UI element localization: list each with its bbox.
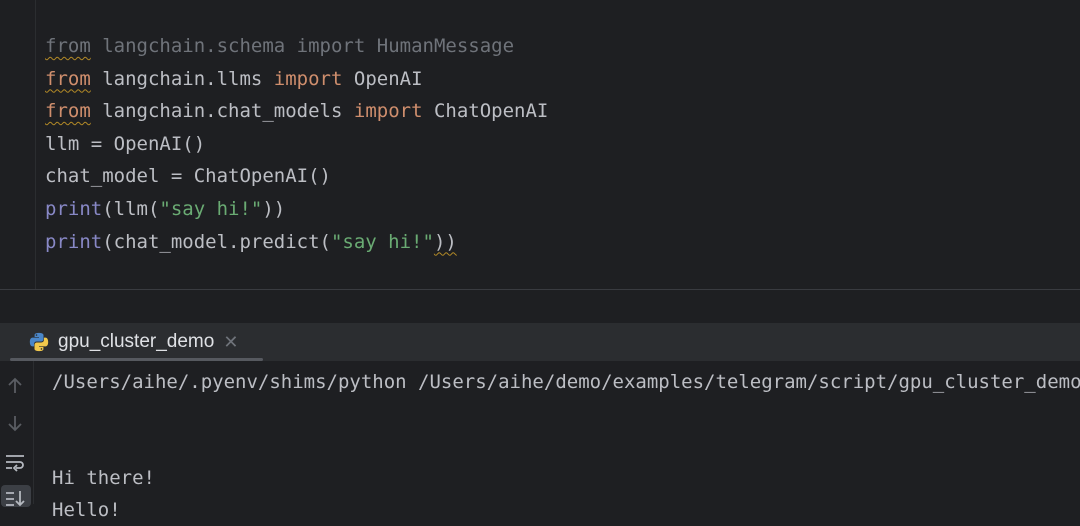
code-token: ChatOpenAI <box>422 100 549 123</box>
code-token: llm = OpenAI() <box>45 132 206 155</box>
close-icon[interactable]: ✕ <box>223 332 238 353</box>
code-token: langchain.llms <box>90 67 274 90</box>
split-gap <box>0 290 1080 323</box>
code-token: import <box>296 35 366 57</box>
code-token: from <box>45 35 91 57</box>
code-token: )) <box>433 230 457 253</box>
scroll-to-end-icon[interactable] <box>3 487 27 511</box>
code-token: from <box>45 100 91 123</box>
tab-gpu-cluster-demo[interactable]: gpu_cluster_demo ✕ <box>10 323 263 361</box>
code-token: from <box>45 67 91 90</box>
console-line: Hello! <box>52 499 121 521</box>
run-tool-window-header: gpu_cluster_demo ✕ <box>0 323 1080 361</box>
code-token: print <box>45 230 103 253</box>
code-token: langchain.schema <box>90 35 297 57</box>
code-line[interactable]: print(llm("say hi!")) <box>45 193 548 226</box>
code-token: print <box>45 197 103 220</box>
editor-gutter <box>0 0 36 289</box>
console-output: /Users/aihe/.pyenv/shims/python /Users/a… <box>52 366 1080 526</box>
code-editor[interactable]: from langchain.schema import HumanMessag… <box>0 0 1080 289</box>
tab-label: gpu_cluster_demo <box>58 331 215 352</box>
code-token: OpenAI <box>342 67 423 90</box>
arrow-down-icon[interactable] <box>3 411 27 435</box>
code-line[interactable]: print(chat_model.predict("say hi!")) <box>45 226 548 259</box>
code-line[interactable]: from langchain.schema import HumanMessag… <box>45 30 548 63</box>
code-token: "say hi!" <box>330 230 434 253</box>
code-token: import <box>353 100 423 123</box>
code-area[interactable]: from langchain.schema import HumanMessag… <box>45 30 548 258</box>
code-token: langchain.chat_models <box>90 100 354 123</box>
code-token: HumanMessage <box>365 35 515 57</box>
code-line[interactable]: llm = OpenAI() <box>45 128 548 161</box>
console-line: Hi there! <box>52 467 155 489</box>
soft-wrap-icon[interactable] <box>3 451 27 475</box>
code-line[interactable]: from langchain.llms import OpenAI <box>45 63 548 96</box>
code-token: import <box>273 67 343 90</box>
code-line[interactable]: from langchain.chat_models import ChatOp… <box>45 95 548 128</box>
console-line: /Users/aihe/.pyenv/shims/python /Users/a… <box>52 371 1080 393</box>
code-token: chat_model = ChatOpenAI() <box>45 165 331 188</box>
code-line[interactable]: chat_model = ChatOpenAI() <box>45 160 548 193</box>
arrow-up-icon[interactable] <box>3 374 27 398</box>
code-token: )) <box>262 197 286 220</box>
code-token: "say hi!" <box>159 197 263 220</box>
code-token: (chat_model.predict( <box>102 230 331 253</box>
console-toolbar <box>0 361 34 507</box>
code-token: (llm( <box>102 197 160 220</box>
python-icon <box>29 332 49 352</box>
run-console[interactable]: /Users/aihe/.pyenv/shims/python /Users/a… <box>0 361 1080 521</box>
